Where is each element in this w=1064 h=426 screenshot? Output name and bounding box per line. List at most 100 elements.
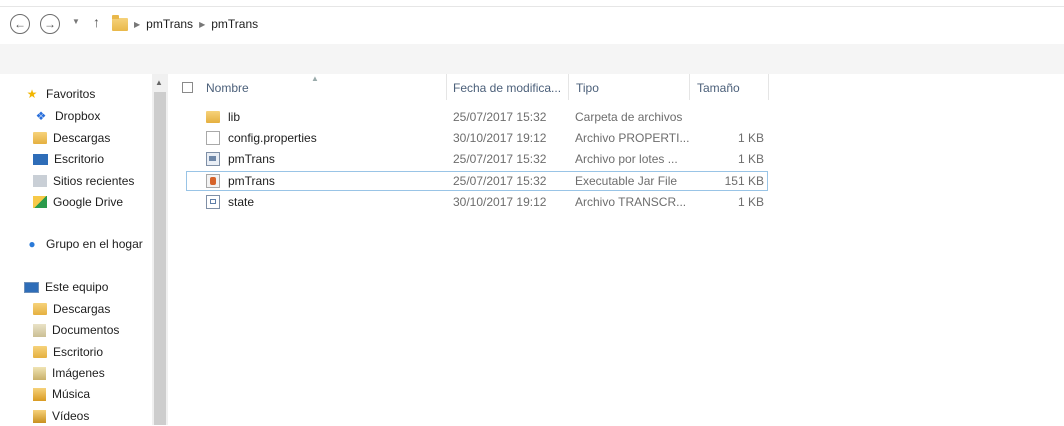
file-name-cell: pmTrans [206,171,275,191]
breadcrumb-item[interactable]: pmTrans [146,17,193,31]
column-header-name[interactable]: Nombre [206,74,446,102]
nav-item-label: Documentos [52,323,120,337]
music-folder-icon [33,387,46,401]
scroll-up-icon[interactable]: ▲ [155,78,163,87]
recent-places-icon [33,175,47,187]
nav-item-label: Escritorio [54,152,105,166]
nav-item-label: Vídeos [52,409,90,423]
file-name: pmTrans [228,152,275,166]
column-header-label: Tipo [576,81,599,95]
star-icon: ★ [26,87,38,101]
column-header-label: Nombre [206,81,249,95]
column-divider[interactable] [568,74,569,100]
nav-item-google-drive[interactable]: Google Drive [33,192,123,212]
column-divider[interactable] [446,74,447,100]
folder-icon [112,14,128,31]
file-row-state[interactable]: state 30/10/2017 19:12 Archivo TRANSCR..… [186,192,768,212]
nav-item-downloads[interactable]: Descargas [33,128,110,148]
google-drive-icon [33,196,47,208]
nav-item-pictures[interactable]: Imágenes [33,363,105,383]
file-row-config[interactable]: config.properties 30/10/2017 19:12 Archi… [186,128,768,148]
computer-icon [24,281,39,293]
nav-item-label: Favoritos [46,87,96,101]
back-button[interactable]: ← [10,14,30,34]
file-size: 1 KB [737,131,764,145]
nav-item-videos[interactable]: Vídeos [33,406,89,426]
folder-icon [206,111,220,123]
window-top-divider [0,6,1064,7]
nav-item-label: Descargas [53,131,111,145]
back-arrow-icon: ← [14,17,26,31]
batch-file-icon [206,152,220,166]
file-date: 25/07/2017 15:32 [453,174,547,188]
column-header-size[interactable]: Tamaño [697,74,767,102]
navigation-scrollbar[interactable]: ▲ [152,74,168,425]
file-size: 1 KB [737,195,764,209]
up-button[interactable]: ↑ [93,14,100,30]
select-all-checkbox[interactable] [182,82,193,93]
file-name: config.properties [228,131,317,145]
nav-item-recent-places[interactable]: Sitios recientes [33,171,134,191]
jar-file-icon [206,174,220,188]
dropbox-icon: ❖ [35,109,47,123]
nav-item-homegroup[interactable]: ● Grupo en el hogar [24,234,142,254]
text-file-icon [206,195,220,209]
toolbar-strip [0,44,1064,74]
file-name: state [228,195,255,209]
pictures-folder-icon [33,366,46,380]
nav-item-favorites[interactable]: ★ Favoritos [24,84,96,104]
nav-item-label: Dropbox [55,109,101,123]
file-name-cell: config.properties [206,128,317,148]
column-header-date[interactable]: Fecha de modifica... [453,74,568,102]
column-header-type[interactable]: Tipo [576,74,688,102]
file-size: 151 KB [724,174,764,188]
forward-button[interactable]: → [40,14,60,34]
chevron-right-icon[interactable]: ▶ [199,20,205,29]
nav-item-label: Sitios recientes [53,174,135,188]
downloads-folder-icon [33,303,47,315]
file-name-cell: lib [206,107,240,127]
column-divider[interactable] [768,74,769,100]
nav-item-pc-desktop[interactable]: Escritorio [33,342,103,362]
forward-arrow-icon: → [44,17,56,31]
nav-item-documents[interactable]: Documentos [33,320,119,340]
file-name: pmTrans [228,174,275,188]
up-arrow-icon: ↑ [93,14,100,30]
scrollbar-thumb[interactable] [154,92,166,425]
file-name-cell: state [206,192,254,212]
chevron-right-icon[interactable]: ▶ [134,20,140,29]
file-name: lib [228,110,241,124]
file-date: 25/07/2017 15:32 [453,110,547,124]
videos-folder-icon [33,409,46,423]
file-type: Archivo por lotes ... [575,152,678,166]
column-header-label: Fecha de modifica... [453,81,562,95]
file-icon [206,131,220,145]
nav-item-desktop[interactable]: Escritorio [33,149,104,169]
recent-locations-dropdown-icon[interactable]: ▼ [72,17,80,26]
column-divider[interactable] [689,74,690,100]
file-size: 1 KB [737,152,764,166]
nav-item-label: Escritorio [53,345,104,359]
file-type: Carpeta de archivos [575,110,683,124]
documents-folder-icon [33,323,46,337]
breadcrumb[interactable]: ▶ pmTrans ▶ pmTrans [112,12,258,36]
file-row-pmtrans-jar[interactable]: pmTrans 25/07/2017 15:32 Executable Jar … [186,171,768,191]
file-date: 30/10/2017 19:12 [453,195,547,209]
desktop-icon [33,153,48,165]
nav-item-label: Este equipo [45,280,109,294]
file-list: ▲ Nombre Fecha de modifica... Tipo Tamañ… [168,74,1064,425]
nav-item-dropbox[interactable]: ❖ Dropbox [33,106,101,126]
nav-item-music[interactable]: Música [33,384,90,404]
nav-item-this-pc[interactable]: Este equipo [24,277,108,297]
file-type: Archivo TRANSCR... [575,195,687,209]
navigation-pane: ★ Favoritos ❖ Dropbox Descargas Escritor… [0,74,152,425]
file-row-lib[interactable]: lib 25/07/2017 15:32 Carpeta de archivos [186,107,768,127]
file-name-cell: pmTrans [206,149,275,169]
file-date: 25/07/2017 15:32 [453,152,547,166]
address-bar: ← → ▼ ↑ ▶ pmTrans ▶ pmTrans [0,0,1064,44]
file-row-pmtrans-batch[interactable]: pmTrans 25/07/2017 15:32 Archivo por lot… [186,149,768,169]
nav-item-label: Google Drive [53,195,124,209]
breadcrumb-item[interactable]: pmTrans [211,17,258,31]
homegroup-icon: ● [28,237,36,251]
nav-item-pc-downloads[interactable]: Descargas [33,299,110,319]
